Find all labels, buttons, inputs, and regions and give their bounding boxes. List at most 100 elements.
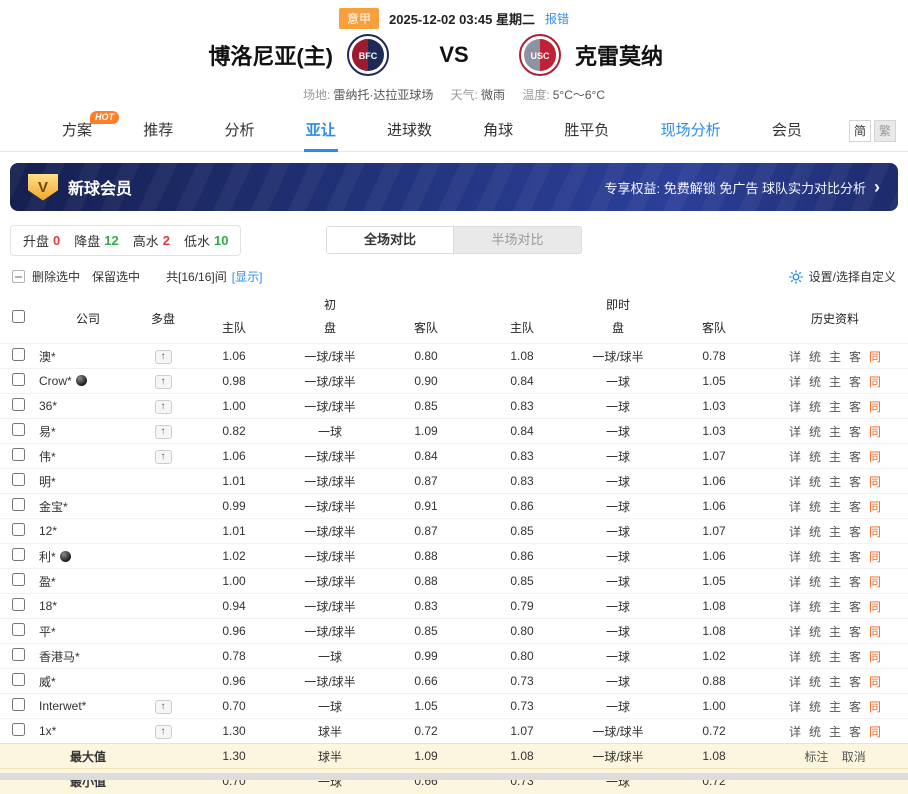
history-link-home[interactable]: 主	[829, 525, 841, 539]
history-link-same-odds[interactable]: 同	[869, 600, 881, 614]
mark-link[interactable]: 标注	[804, 750, 828, 764]
company-name[interactable]: 12*	[39, 524, 57, 538]
history-link-away[interactable]: 客	[849, 700, 861, 714]
history-link-same-odds[interactable]: 同	[869, 375, 881, 389]
lang-simplified-button[interactable]: 简	[849, 120, 871, 142]
history-link-statistics[interactable]: 统	[809, 425, 821, 439]
history-link-detail[interactable]: 详	[789, 625, 801, 639]
cancel-link[interactable]: 取消	[842, 750, 866, 764]
nav-tab-analysis[interactable]: 分析	[222, 110, 256, 152]
selection-checkbox-icon[interactable]	[12, 270, 25, 283]
history-link-statistics[interactable]: 统	[809, 625, 821, 639]
history-link-detail[interactable]: 详	[789, 475, 801, 489]
select-all-checkbox[interactable]	[12, 310, 25, 323]
history-link-away[interactable]: 客	[849, 450, 861, 464]
history-link-away[interactable]: 客	[849, 625, 861, 639]
history-link-home[interactable]: 主	[829, 600, 841, 614]
company-name[interactable]: 澳*	[39, 350, 56, 364]
history-link-statistics[interactable]: 统	[809, 650, 821, 664]
history-link-detail[interactable]: 详	[789, 600, 801, 614]
multi-odds-icon[interactable]: ↑	[155, 450, 172, 464]
nav-tab-recommend[interactable]: 推荐	[141, 110, 175, 152]
history-link-away[interactable]: 客	[849, 525, 861, 539]
row-checkbox[interactable]	[12, 648, 25, 661]
history-link-statistics[interactable]: 统	[809, 575, 821, 589]
row-checkbox[interactable]	[12, 448, 25, 461]
history-link-away[interactable]: 客	[849, 725, 861, 739]
history-link-detail[interactable]: 详	[789, 350, 801, 364]
history-link-home[interactable]: 主	[829, 500, 841, 514]
history-link-same-odds[interactable]: 同	[869, 425, 881, 439]
history-link-detail[interactable]: 详	[789, 700, 801, 714]
row-checkbox[interactable]	[12, 673, 25, 686]
history-link-home[interactable]: 主	[829, 725, 841, 739]
nav-tab-member[interactable]: 会员	[770, 110, 804, 152]
nav-tab-live-analysis[interactable]: 现场分析	[659, 110, 723, 152]
company-name[interactable]: 18*	[39, 599, 57, 613]
company-name[interactable]: 威*	[39, 675, 56, 689]
history-link-detail[interactable]: 详	[789, 375, 801, 389]
keep-selected-button[interactable]: 保留选中	[92, 268, 140, 285]
history-link-same-odds[interactable]: 同	[869, 625, 881, 639]
row-checkbox[interactable]	[12, 548, 25, 561]
delete-selected-button[interactable]: 删除选中	[32, 268, 80, 285]
history-link-away[interactable]: 客	[849, 675, 861, 689]
row-checkbox[interactable]	[12, 348, 25, 361]
history-link-same-odds[interactable]: 同	[869, 525, 881, 539]
history-link-statistics[interactable]: 统	[809, 400, 821, 414]
nav-tab-plans[interactable]: 方案HOT	[60, 110, 94, 152]
history-link-same-odds[interactable]: 同	[869, 350, 881, 364]
history-link-detail[interactable]: 详	[789, 500, 801, 514]
history-link-away[interactable]: 客	[849, 575, 861, 589]
history-link-same-odds[interactable]: 同	[869, 575, 881, 589]
company-name[interactable]: 1x*	[39, 724, 56, 738]
history-link-same-odds[interactable]: 同	[869, 500, 881, 514]
vip-banner[interactable]: V 新球会员 专享权益: 免费解锁 免广告 球队实力对比分析 ›	[10, 163, 898, 211]
multi-odds-icon[interactable]: ↑	[155, 375, 172, 389]
company-name[interactable]: 金宝*	[39, 500, 68, 514]
row-checkbox[interactable]	[12, 473, 25, 486]
history-link-away[interactable]: 客	[849, 350, 861, 364]
history-link-away[interactable]: 客	[849, 500, 861, 514]
company-name[interactable]: 易*	[39, 425, 56, 439]
history-link-away[interactable]: 客	[849, 550, 861, 564]
company-name[interactable]: 平*	[39, 625, 56, 639]
multi-odds-icon[interactable]: ↑	[155, 725, 172, 739]
company-name[interactable]: 利*	[39, 550, 56, 564]
row-checkbox[interactable]	[12, 398, 25, 411]
history-link-statistics[interactable]: 统	[809, 350, 821, 364]
history-link-home[interactable]: 主	[829, 650, 841, 664]
history-link-statistics[interactable]: 统	[809, 725, 821, 739]
multi-odds-icon[interactable]: ↑	[155, 350, 172, 364]
history-link-detail[interactable]: 详	[789, 725, 801, 739]
history-link-home[interactable]: 主	[829, 400, 841, 414]
history-link-same-odds[interactable]: 同	[869, 550, 881, 564]
company-name[interactable]: Interwet*	[39, 699, 86, 713]
row-checkbox[interactable]	[12, 423, 25, 436]
multi-odds-icon[interactable]: ↑	[155, 400, 172, 414]
half-match-tab[interactable]: 半场对比	[454, 226, 582, 254]
history-link-same-odds[interactable]: 同	[869, 450, 881, 464]
row-checkbox[interactable]	[12, 498, 25, 511]
company-name[interactable]: 明*	[39, 475, 56, 489]
history-link-home[interactable]: 主	[829, 675, 841, 689]
history-link-home[interactable]: 主	[829, 350, 841, 364]
history-link-detail[interactable]: 详	[789, 525, 801, 539]
history-link-same-odds[interactable]: 同	[869, 725, 881, 739]
history-link-detail[interactable]: 详	[789, 675, 801, 689]
show-link[interactable]: [显示]	[232, 268, 263, 285]
history-link-home[interactable]: 主	[829, 450, 841, 464]
history-link-detail[interactable]: 详	[789, 575, 801, 589]
history-link-detail[interactable]: 详	[789, 400, 801, 414]
nav-tab-win-draw-lose[interactable]: 胜平负	[562, 110, 611, 152]
settings-button[interactable]: 设置/选择自定义	[789, 268, 896, 285]
history-link-same-odds[interactable]: 同	[869, 400, 881, 414]
history-link-away[interactable]: 客	[849, 475, 861, 489]
history-link-statistics[interactable]: 统	[809, 375, 821, 389]
nav-tab-corners[interactable]: 角球	[481, 110, 515, 152]
row-checkbox[interactable]	[12, 523, 25, 536]
history-link-detail[interactable]: 详	[789, 650, 801, 664]
history-link-detail[interactable]: 详	[789, 425, 801, 439]
company-name[interactable]: 盈*	[39, 575, 56, 589]
nav-tab-asian-handicap[interactable]: 亚让	[304, 110, 338, 152]
